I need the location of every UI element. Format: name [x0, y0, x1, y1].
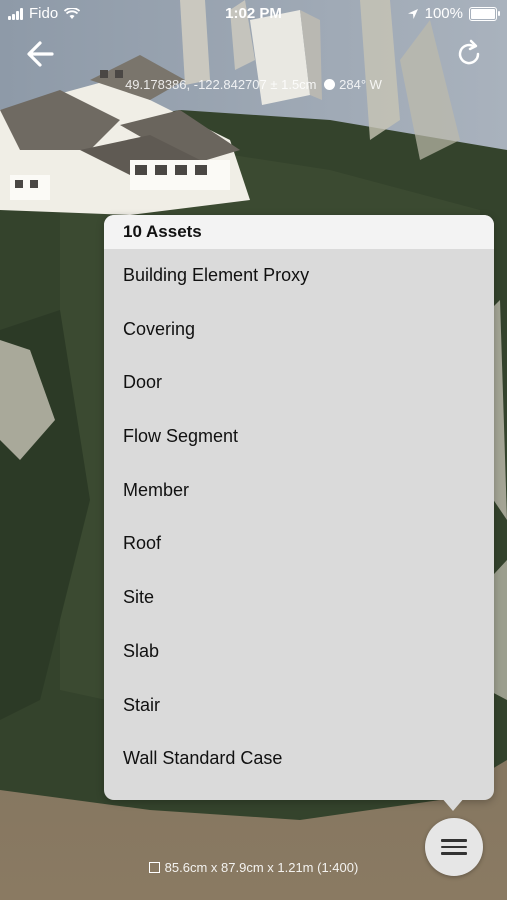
panel-pointer — [441, 797, 465, 811]
asset-item-wall-standard-case[interactable]: Wall Standard Case — [104, 732, 494, 786]
asset-item-slab[interactable]: Slab — [104, 625, 494, 679]
asset-item-roof[interactable]: Roof — [104, 517, 494, 571]
asset-item-door[interactable]: Door — [104, 356, 494, 410]
asset-item-flow-segment[interactable]: Flow Segment — [104, 410, 494, 464]
assets-panel-title: 10 Assets — [104, 215, 494, 249]
location-arrow-icon — [407, 8, 418, 19]
asset-item-stair[interactable]: Stair — [104, 679, 494, 733]
compass-icon — [324, 79, 336, 90]
altitude: 1.5cm — [281, 77, 317, 92]
dimensions-text: 85.6cm x 87.9cm x 1.21m (1:400) — [164, 860, 359, 875]
asset-item-member[interactable]: Member — [104, 464, 494, 518]
asset-item-site[interactable]: Site — [104, 571, 494, 625]
box-icon — [148, 862, 160, 873]
assets-panel: 10 Assets Building Element Proxy Coverin… — [104, 215, 494, 800]
back-button[interactable] — [22, 35, 60, 73]
asset-item-building-element-proxy[interactable]: Building Element Proxy — [104, 249, 494, 303]
coordinates: 49.178386, -122.842707 — [125, 77, 267, 92]
asset-item-covering[interactable]: Covering — [104, 303, 494, 357]
heading: 284° W — [339, 77, 382, 92]
menu-button[interactable] — [425, 818, 483, 876]
battery-icon — [469, 6, 500, 21]
battery-percent: 100% — [424, 5, 463, 22]
status-right: 100% — [407, 5, 500, 22]
refresh-icon — [458, 39, 480, 65]
arrow-left-icon — [27, 41, 54, 67]
assets-list: Building Element Proxy Covering Door Flo… — [104, 249, 494, 786]
location-readout: 49.178386, -122.842707 ± 1.5cm 284° W — [125, 77, 382, 92]
status-bar: Fido 1:02 PM 100% — [0, 0, 507, 28]
refresh-button[interactable] — [453, 38, 485, 70]
hamburger-menu-icon — [441, 839, 467, 842]
